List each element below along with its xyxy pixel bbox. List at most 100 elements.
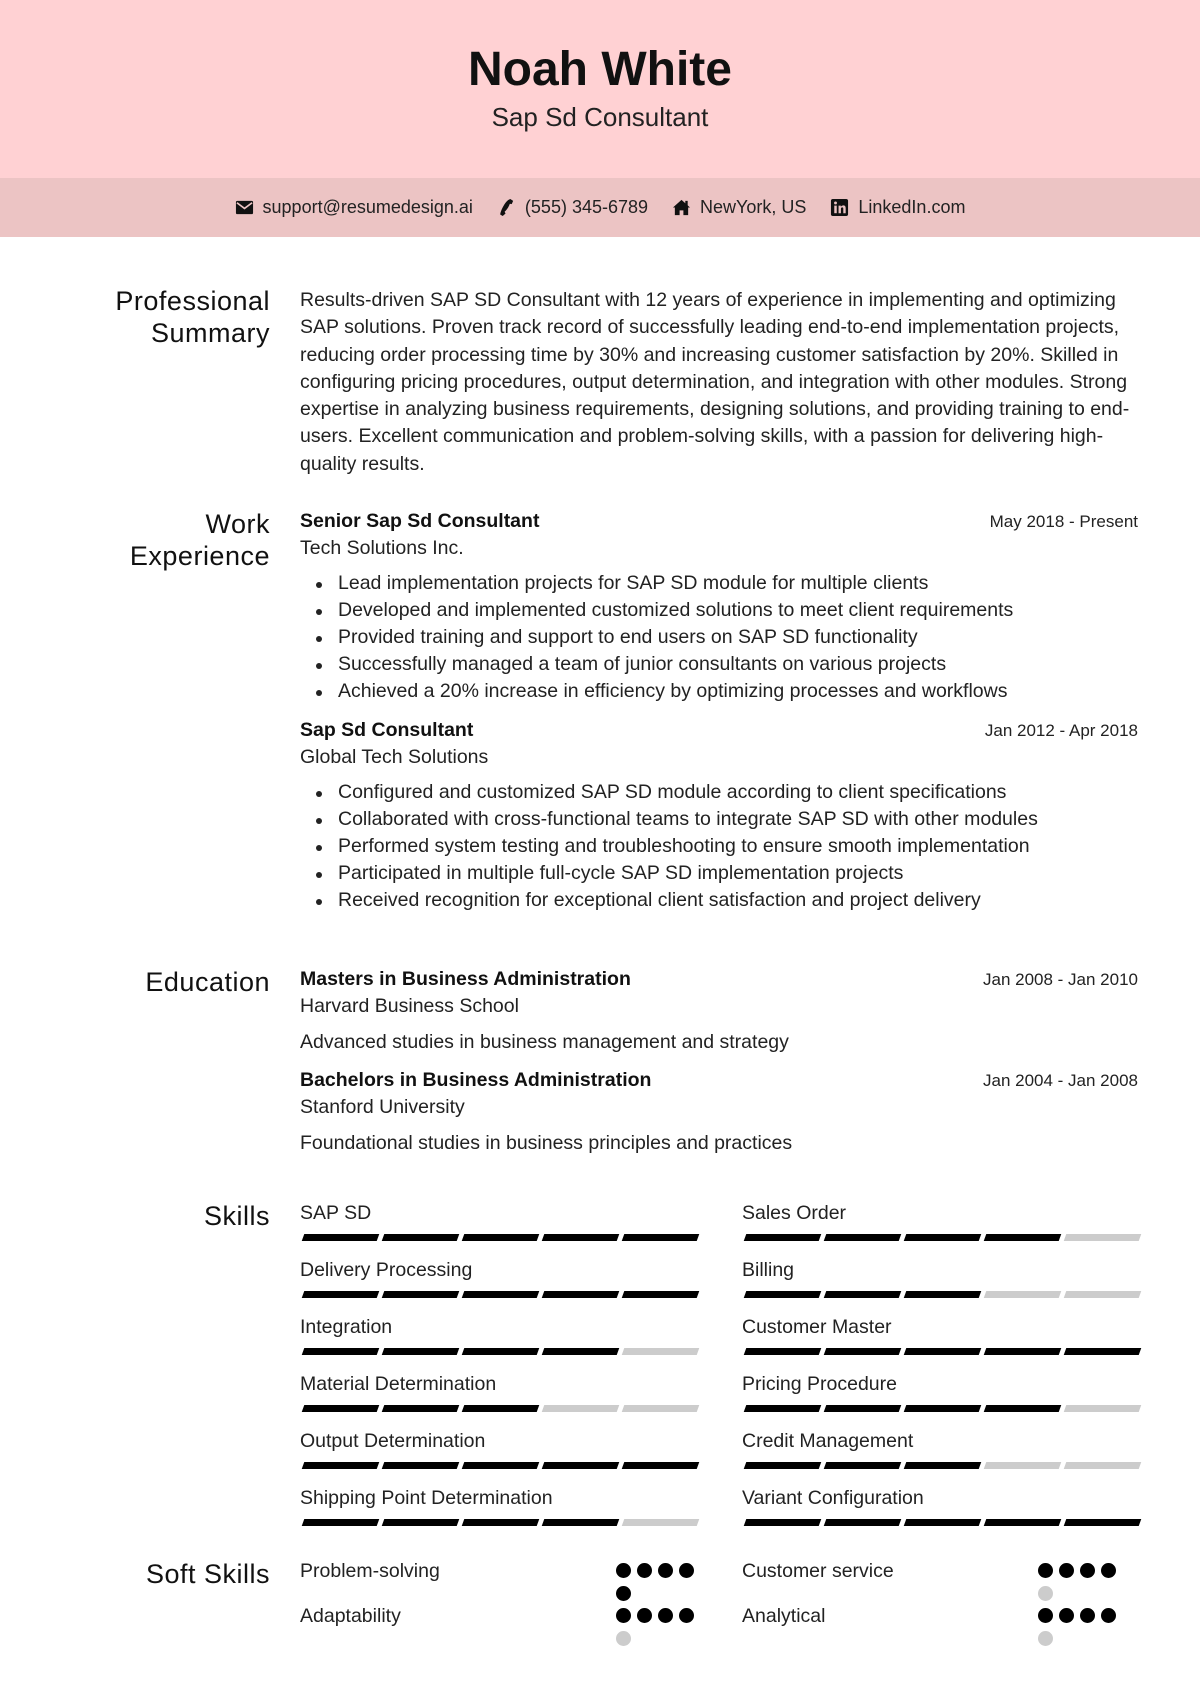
education-school: Harvard Business School — [300, 995, 519, 1018]
skill-level-meter — [742, 1462, 1142, 1470]
rating-dot-filled — [658, 1563, 673, 1579]
soft-skills-section: Soft Skills Problem-solving Customer serv… — [0, 1558, 1200, 1648]
skill-level-segment-filled — [541, 1348, 620, 1356]
skill-level-segment-filled — [903, 1519, 982, 1527]
rating-dot-filled — [1080, 1563, 1095, 1579]
skill-level-segment-empty — [1063, 1234, 1142, 1242]
job-bullet: Received recognition for exceptional cli… — [300, 887, 1138, 914]
skill-level-segment-empty — [541, 1405, 620, 1413]
skill-level-segment-filled — [541, 1234, 620, 1242]
job-date: May 2018 - Present — [989, 512, 1138, 532]
skill-level-segment-filled — [301, 1291, 380, 1299]
skill-level-segment-filled — [903, 1405, 982, 1413]
skill-level-meter — [742, 1405, 1142, 1413]
soft-skill-item: Customer service — [742, 1558, 1122, 1603]
soft-skill-name: Adaptability — [300, 1605, 401, 1628]
skill-name: Delivery Processing — [300, 1259, 473, 1282]
job-role: Senior Sap Sd Consultant — [300, 510, 540, 533]
skill-level-segment-filled — [823, 1405, 902, 1413]
skill-level-segment-filled — [301, 1405, 380, 1413]
summary-section: Professional Summary Results-driven SAP … — [0, 285, 1200, 478]
skill-name: Customer Master — [742, 1316, 892, 1339]
soft-skill-rating — [616, 1603, 700, 1648]
resume-header: Noah White Sap Sd Consultant — [0, 0, 1200, 178]
skill-level-segment-filled — [983, 1234, 1062, 1242]
rating-dot-filled — [1101, 1563, 1116, 1579]
experience-section: Work Experience Senior Sap Sd Consultant… — [0, 508, 1200, 914]
contact-linkedin[interactable]: LinkedIn.com — [830, 197, 965, 218]
skill-name: Shipping Point Determination — [300, 1487, 553, 1510]
skill-name: Credit Management — [742, 1430, 914, 1453]
skill-item: Output Determination — [300, 1428, 742, 1485]
skill-name: SAP SD — [300, 1202, 372, 1225]
skill-level-segment-filled — [541, 1291, 620, 1299]
skill-level-segment-filled — [301, 1348, 380, 1356]
skill-level-segment-filled — [461, 1348, 540, 1356]
contact-location-text: NewYork, US — [700, 197, 807, 217]
skill-level-segment-filled — [903, 1462, 982, 1470]
skill-level-segment-filled — [903, 1291, 982, 1299]
rating-dot-filled — [1080, 1608, 1095, 1624]
candidate-name: Noah White — [468, 43, 732, 96]
contact-phone[interactable]: (555) 345-6789 — [497, 197, 648, 218]
skill-name: Pricing Procedure — [742, 1373, 897, 1396]
skill-level-segment-filled — [983, 1348, 1062, 1356]
skill-level-segment-filled — [743, 1462, 822, 1470]
education-school: Stanford University — [300, 1096, 465, 1119]
skill-item: Customer Master — [742, 1314, 1142, 1371]
skill-level-segment-empty — [1063, 1291, 1142, 1299]
job-entry: Sap Sd Consultant Jan 2012 - Apr 2018 Gl… — [300, 717, 1138, 914]
skill-level-segment-empty — [983, 1291, 1062, 1299]
skill-level-segment-filled — [301, 1234, 380, 1242]
soft-skill-rating — [1038, 1603, 1122, 1648]
job-bullet: Lead implementation projects for SAP SD … — [300, 570, 1138, 597]
skill-name: Billing — [742, 1259, 795, 1282]
skill-item: Billing — [742, 1257, 1142, 1314]
skill-level-segment-filled — [541, 1519, 620, 1527]
job-entry: Senior Sap Sd Consultant May 2018 - Pres… — [300, 508, 1138, 705]
skill-level-segment-filled — [301, 1519, 380, 1527]
job-bullet: Provided training and support to end use… — [300, 624, 1138, 651]
skill-level-segment-filled — [823, 1291, 902, 1299]
education-degree: Masters in Business Administration — [300, 968, 631, 991]
phone-icon — [497, 198, 516, 217]
skill-level-meter — [300, 1234, 742, 1242]
rating-dot-empty — [1038, 1631, 1053, 1647]
skill-item: Sales Order — [742, 1200, 1142, 1257]
job-bullet: Configured and customized SAP SD module … — [300, 779, 1138, 806]
skills-section: Skills SAP SD Sales Order Delivery Process… — [0, 1200, 1200, 1542]
soft-skills-grid: Problem-solving Customer service Adaptabil… — [300, 1558, 1142, 1648]
education-entry: Bachelors in Business Administration Jan… — [300, 1067, 1138, 1156]
skill-level-segment-filled — [1063, 1348, 1142, 1356]
rating-dot-filled — [1038, 1608, 1053, 1624]
soft-skill-name: Analytical — [742, 1605, 826, 1628]
education-heading: Education — [145, 967, 270, 998]
skill-level-segment-filled — [621, 1234, 700, 1242]
skill-item: Pricing Procedure — [742, 1371, 1142, 1428]
skill-level-segment-filled — [743, 1519, 822, 1527]
skill-level-segment-filled — [1063, 1519, 1142, 1527]
rating-dot-filled — [637, 1608, 652, 1624]
education-degree: Bachelors in Business Administration — [300, 1069, 652, 1092]
skill-level-segment-filled — [461, 1462, 540, 1470]
resume-body: Professional Summary Results-driven SAP … — [0, 237, 1200, 1648]
rating-dot-filled — [1038, 1563, 1053, 1579]
experience-heading-line2: Experience — [129, 541, 270, 572]
rating-dot-filled — [1101, 1608, 1116, 1624]
skill-item: SAP SD — [300, 1200, 742, 1257]
skill-item: Delivery Processing — [300, 1257, 742, 1314]
skill-name: Variant Configuration — [742, 1487, 924, 1510]
rating-dot-filled — [616, 1586, 631, 1602]
skill-level-segment-filled — [823, 1519, 902, 1527]
skill-level-segment-filled — [983, 1405, 1062, 1413]
contact-email[interactable]: support@resumedesign.ai — [235, 197, 473, 218]
skill-level-segment-filled — [903, 1348, 982, 1356]
skill-level-segment-filled — [381, 1519, 460, 1527]
rating-dot-filled — [679, 1608, 694, 1624]
contact-location: NewYork, US — [672, 197, 806, 218]
job-bullets: Configured and customized SAP SD module … — [300, 779, 1138, 914]
skill-level-segment-filled — [461, 1519, 540, 1527]
soft-skill-rating — [616, 1558, 700, 1603]
job-bullet: Participated in multiple full-cycle SAP … — [300, 860, 1138, 887]
education-date: Jan 2008 - Jan 2010 — [982, 970, 1138, 990]
